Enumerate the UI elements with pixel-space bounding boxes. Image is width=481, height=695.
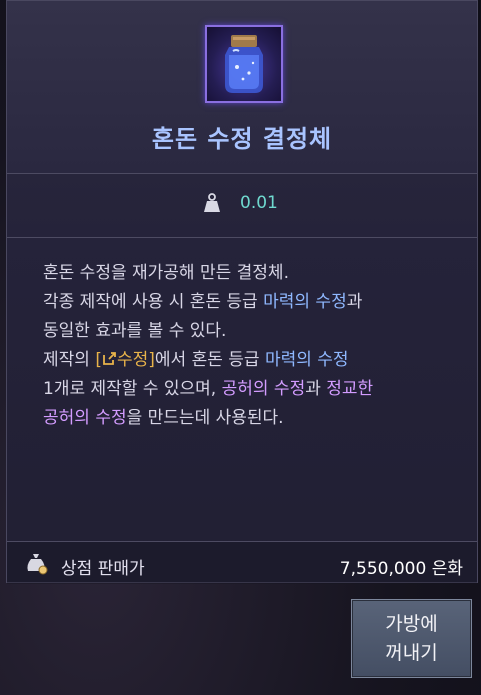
item-tooltip-panel: 혼돈 수정 결정체 0.01 혼돈 수정을 재가공해 만든 결정체. 각종 제작… [6, 0, 478, 584]
desc-text: 과 [346, 292, 363, 312]
desc-text: 제작의 [43, 350, 96, 370]
desc-text: 을 만드는데 사용된다. [126, 408, 284, 428]
money-bag-icon [25, 551, 49, 579]
sell-price-row: 상점 판매가 7,550,000 은화 [7, 541, 477, 584]
desc-line-1: 혼돈 수정을 재가공해 만든 결정체. [43, 263, 289, 283]
link-bracket: [ [95, 350, 102, 370]
desc-text: 각종 제작에 사용 시 혼돈 등급 [43, 292, 264, 312]
take-out-of-bag-button[interactable]: 가방에 꺼내기 [351, 599, 472, 678]
void-crystal-highlight: 공허의 수정 [43, 408, 127, 428]
take-out-label-1: 가방에 [385, 613, 438, 635]
take-out-label-2: 꺼내기 [385, 642, 438, 664]
weight-icon [203, 193, 221, 217]
sell-price-label: 상점 판매가 [61, 559, 145, 579]
void-crystal-highlight: 공허의 수정 [221, 379, 306, 399]
item-header: 혼돈 수정 결정체 [7, 1, 477, 174]
external-link-icon [102, 350, 117, 370]
desc-text: 과 [305, 379, 327, 399]
crafting-link[interactable]: [ 수정] [95, 350, 155, 370]
item-name: 혼돈 수정 결정체 [151, 125, 333, 153]
desc-line-6: 공허의 수정을 만드는데 사용된다. [43, 404, 463, 433]
desc-text: 1개로 제작할 수 있으며, [43, 379, 222, 399]
sell-price-value: 7,550,000 은화 [339, 559, 463, 579]
crystal-jar-icon [205, 25, 283, 103]
desc-text: 에서 혼돈 등급 [154, 350, 265, 370]
crafting-link-label: 수정] [116, 350, 155, 370]
weight-row: 0.01 [7, 173, 477, 238]
tooltip-window: 혼돈 수정 결정체 0.01 혼돈 수정을 재가공해 만든 결정체. 각종 제작… [0, 0, 481, 695]
refined-highlight: 정교한 [326, 379, 374, 399]
desc-line-4: 제작의 [ 수정]에서 혼돈 등급 마력의 수정 [43, 346, 463, 375]
item-weight: 0.01 [240, 193, 278, 213]
desc-line-5: 1개로 제작할 수 있으며, 공허의 수정과 정교한 [43, 375, 463, 404]
magic-crystal-highlight: 마력의 수정 [263, 292, 347, 312]
desc-line-3: 동일한 효과를 볼 수 있다. [43, 321, 227, 341]
item-description: 혼돈 수정을 재가공해 만든 결정체. 각종 제작에 사용 시 혼돈 등급 마력… [43, 259, 463, 433]
magic-crystal-highlight: 마력의 수정 [264, 350, 349, 370]
desc-line-2: 각종 제작에 사용 시 혼돈 등급 마력의 수정과 [43, 288, 463, 317]
